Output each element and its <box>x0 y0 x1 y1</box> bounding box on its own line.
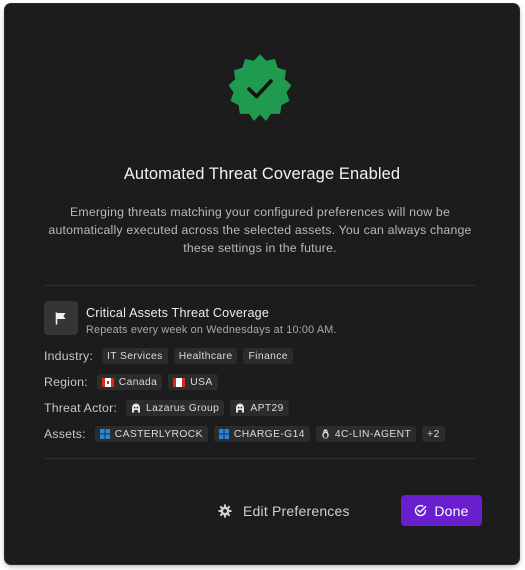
asset-chip: CHARGE-G14 <box>213 426 310 442</box>
modal-description: Emerging threats matching your configure… <box>48 205 472 255</box>
gear-icon <box>218 503 232 518</box>
linux-icon <box>321 429 330 439</box>
industry-chip: IT Services <box>101 348 168 364</box>
threat-coverage-modal: Automated Threat Coverage Enabled Emergi… <box>5 4 519 564</box>
done-button[interactable]: Done <box>401 495 482 526</box>
usa-flag-icon <box>173 377 186 387</box>
region-chip: USA <box>168 374 218 390</box>
asset-chip: CASTERLYROCK <box>94 426 208 442</box>
threat-actor-label: Threat Actor: <box>44 401 117 415</box>
threat-actor-icon <box>235 403 245 413</box>
modal-title: Automated Threat Coverage Enabled <box>123 165 401 183</box>
assets-label: Assets: <box>44 427 86 441</box>
coverage-title: Critical Assets Threat Coverage <box>86 306 270 320</box>
assets-row: Assets: CASTERLYROCK CHARGE-G14 4C-LIN-A… <box>44 426 451 442</box>
threat-actor-row: Threat Actor: Lazarus Group APT29 <box>44 400 295 416</box>
region-row: Region: Canada USA <box>44 374 224 390</box>
canada-flag-icon <box>101 377 114 387</box>
industry-label: Industry: <box>44 349 93 363</box>
threat-actor-chip: Lazarus Group <box>126 400 225 416</box>
region-chip: Canada <box>96 374 163 390</box>
success-check-badge-icon <box>226 54 294 122</box>
divider-top <box>44 285 476 286</box>
more-assets-chip[interactable]: +2 <box>422 426 445 442</box>
threat-actor-icon <box>131 403 141 413</box>
edit-preferences-label: Edit Preferences <box>243 502 350 519</box>
coverage-schedule: Repeats every week on Wednesdays at 10:0… <box>86 324 337 336</box>
industry-chip: Finance <box>243 348 293 364</box>
windows-icon <box>218 429 229 439</box>
flag-icon <box>44 301 78 335</box>
industry-row: Industry: IT Services Healthcare Finance <box>44 348 299 364</box>
done-label: Done <box>434 502 469 519</box>
check-circle-icon <box>414 504 427 517</box>
edit-preferences-button[interactable]: Edit Preferences <box>218 495 350 526</box>
industry-chip: Healthcare <box>173 348 238 364</box>
threat-actor-chip: APT29 <box>230 400 289 416</box>
divider-bottom <box>44 458 476 459</box>
asset-chip: 4C-LIN-AGENT <box>315 426 417 442</box>
windows-icon <box>99 429 110 439</box>
region-label: Region: <box>44 375 88 389</box>
